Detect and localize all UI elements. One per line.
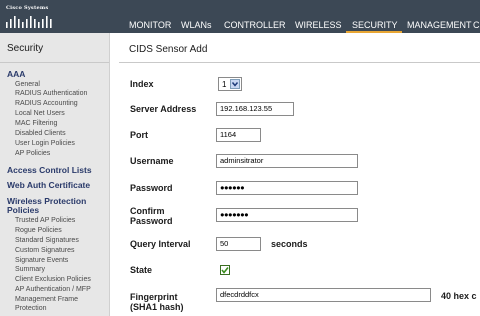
sidebar-item-standard-signatures[interactable]: Standard Signatures bbox=[15, 236, 79, 245]
nav-security[interactable]: SECURITY bbox=[352, 20, 398, 30]
sidebar-item-trusted-ap-policies[interactable]: Trusted AP Policies bbox=[15, 216, 75, 225]
sidebar-section-web-auth-certificate[interactable]: Web Auth Certificate bbox=[7, 180, 90, 190]
sidebar-item-rogue-policies[interactable]: Rogue Policies bbox=[15, 226, 62, 235]
nav-wlans[interactable]: WLANs bbox=[181, 20, 212, 30]
index-label: Index bbox=[130, 79, 154, 89]
port-label: Port bbox=[130, 130, 148, 140]
cisco-logo: Cisco Systems bbox=[0, 0, 56, 33]
password-input[interactable]: ●●●●●● bbox=[216, 181, 358, 195]
fingerprint-input[interactable]: dfecdrddfcx bbox=[216, 288, 431, 302]
index-select[interactable]: 1 bbox=[218, 77, 242, 91]
sidebar-item-local-net-users[interactable]: Local Net Users bbox=[15, 109, 65, 118]
fingerprint-hint: 40 hex c bbox=[441, 291, 477, 301]
title-divider bbox=[119, 62, 480, 63]
cisco-bridge-icon bbox=[6, 16, 52, 28]
query-interval-unit: seconds bbox=[271, 239, 308, 249]
main-content: CIDS Sensor Add Index 1 Server Address 1… bbox=[111, 33, 480, 316]
port-input[interactable]: 1164 bbox=[216, 128, 261, 142]
sidebar-section-wireless-protection-line2[interactable]: Policies bbox=[7, 205, 39, 215]
cisco-logo-text: Cisco Systems bbox=[6, 5, 49, 11]
username-label: Username bbox=[130, 156, 174, 166]
sidebar-item-user-login-policies[interactable]: User Login Policies bbox=[15, 139, 75, 148]
sidebar-section-aaa[interactable]: AAA bbox=[7, 69, 25, 79]
sidebar-item-radius-accounting[interactable]: RADIUS Accounting bbox=[15, 99, 78, 108]
nav-monitor[interactable]: MONITOR bbox=[129, 20, 171, 30]
sidebar-section-access-control-lists[interactable]: Access Control Lists bbox=[7, 165, 92, 175]
sidebar-item-radius-authentication[interactable]: RADIUS Authentication bbox=[15, 89, 87, 98]
state-checkbox[interactable] bbox=[220, 265, 230, 275]
confirm-password-label-line2: Password bbox=[130, 216, 173, 226]
password-label: Password bbox=[130, 183, 173, 193]
query-interval-label: Query Interval bbox=[130, 239, 191, 249]
chevron-down-icon[interactable] bbox=[230, 79, 240, 89]
page-title: CIDS Sensor Add bbox=[129, 44, 208, 55]
state-label: State bbox=[130, 265, 153, 275]
confirm-password-label: Confirm bbox=[130, 206, 165, 216]
nav-controller[interactable]: CONTROLLER bbox=[224, 20, 286, 30]
confirm-password-input[interactable]: ●●●●●●● bbox=[216, 208, 358, 222]
sidebar-item-general[interactable]: General bbox=[15, 80, 40, 89]
checkmark-icon bbox=[221, 267, 229, 274]
sidebar-item-signature-events[interactable]: Signature Events bbox=[15, 256, 68, 265]
top-header: Cisco Systems MONITOR WLANs CONTROLLER W… bbox=[0, 0, 480, 33]
server-address-label: Server Address bbox=[130, 104, 197, 114]
nav-management[interactable]: MANAGEMENT bbox=[407, 20, 472, 30]
sidebar-item-mac-filtering[interactable]: MAC Filtering bbox=[15, 119, 57, 128]
username-input[interactable]: adminsitrator bbox=[216, 154, 358, 168]
sidebar-item-disabled-clients[interactable]: Disabled Clients bbox=[15, 129, 66, 138]
sidebar-item-management-frame-protection[interactable]: Protection bbox=[15, 304, 47, 313]
fingerprint-label-line2: (SHA1 hash) bbox=[130, 302, 184, 312]
sidebar-item-management-frame[interactable]: Management Frame bbox=[15, 295, 78, 304]
nav-commands-truncated[interactable]: C bbox=[473, 20, 480, 30]
nav-wireless[interactable]: WIRELESS bbox=[295, 20, 342, 30]
sidebar-title: Security bbox=[7, 43, 44, 54]
fingerprint-label: Fingerprint bbox=[130, 292, 178, 302]
query-interval-input[interactable]: 50 bbox=[216, 237, 261, 251]
server-address-input[interactable]: 192.168.123.55 bbox=[216, 102, 294, 116]
sidebar: Security AAA General RADIUS Authenticati… bbox=[0, 33, 110, 316]
sidebar-item-ap-authentication-mfp[interactable]: AP Authentication / MFP bbox=[15, 285, 91, 294]
sidebar-item-ap-policies[interactable]: AP Policies bbox=[15, 149, 50, 158]
index-select-value: 1 bbox=[222, 80, 227, 89]
sidebar-item-custom-signatures[interactable]: Custom Signatures bbox=[15, 246, 75, 255]
sidebar-item-signature-events-summary[interactable]: Summary bbox=[15, 265, 45, 274]
sidebar-divider bbox=[0, 62, 109, 63]
sidebar-item-client-exclusion-policies[interactable]: Client Exclusion Policies bbox=[15, 275, 91, 284]
